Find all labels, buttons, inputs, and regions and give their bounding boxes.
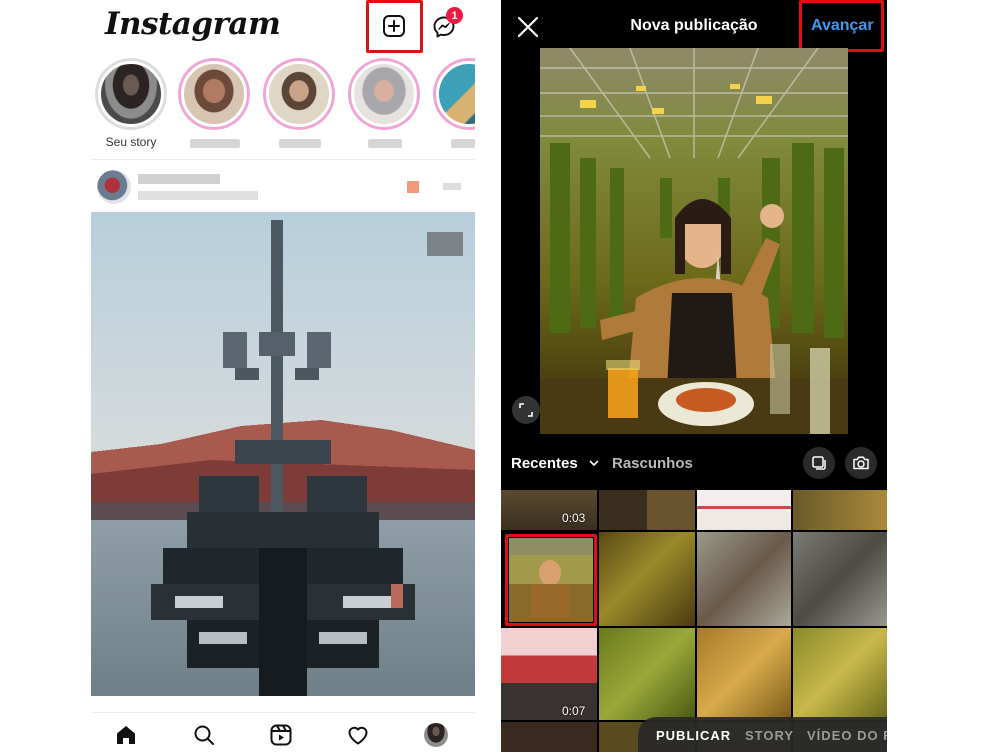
gallery-photo[interactable] [599,490,695,530]
preview-photo [540,48,848,434]
new-post-screen: Nova publicação Avançar Recentes Rascunh… [501,0,887,752]
bottom-nav [91,712,475,752]
own-story-avatar [98,61,164,127]
gallery-photo[interactable] [697,532,791,626]
story-username-blurred [451,139,475,148]
nav-activity[interactable] [345,722,371,748]
heart-icon [348,726,368,745]
post-author-avatar[interactable] [97,170,131,204]
reels-icon [270,724,292,746]
mode-switcher: PUBLICAR STORY VÍDEO DO R [638,717,887,752]
search-icon [194,725,214,745]
story-own[interactable]: Seu story [91,55,171,153]
tab-recentes[interactable]: Recentes [511,455,578,472]
chevron-down-icon[interactable] [588,457,600,469]
gallery-photo-selected[interactable] [501,532,597,626]
gallery-photo[interactable] [697,628,791,720]
new-post-button[interactable] [381,13,407,39]
story-item[interactable] [259,55,339,153]
mode-story[interactable]: STORY [745,728,794,743]
story-avatar [181,61,247,127]
gallery-photo[interactable] [793,490,887,530]
mode-video[interactable]: VÍDEO DO R [807,728,887,743]
nav-profile[interactable] [423,722,449,748]
story-username-blurred [368,139,402,148]
stories-divider [91,159,475,160]
more-options-icon[interactable] [443,183,461,190]
story-avatar [351,61,417,127]
home-icon [117,726,135,744]
gallery-photo[interactable] [697,490,791,530]
story-username-blurred [279,139,321,148]
expand-crop-button[interactable] [512,396,540,424]
story-avatar [266,61,332,127]
camera-button[interactable] [845,447,877,479]
feed-screen: Instagram 1 Seu story [91,0,475,752]
post-photo [91,212,475,696]
plus-square-icon [383,15,405,37]
media-grid: 0:03 0:07 [501,490,887,752]
story-item[interactable] [429,55,475,153]
own-story-label: Seu story [105,135,157,149]
camera-icon [853,456,869,470]
multi-select-button[interactable] [803,447,835,479]
post-header [91,166,475,210]
gallery-photo[interactable] [793,532,887,626]
story-item[interactable] [174,55,254,153]
story-avatar [436,61,475,127]
story-username-blurred [190,139,240,148]
post-tag-blurred [407,181,419,193]
expand-icon [519,403,533,417]
gallery-video[interactable]: 0:07 [501,628,597,720]
post-author-name-blurred[interactable] [138,174,220,184]
post-location-blurred [138,191,258,200]
gallery-video[interactable]: 0:03 [501,490,597,530]
mode-publicar[interactable]: PUBLICAR [656,728,731,743]
gallery-photo[interactable] [793,628,887,720]
multi-select-icon [812,456,826,470]
nav-home[interactable] [113,722,139,748]
profile-avatar [424,723,448,747]
stories-row: Seu story [91,55,475,155]
story-item[interactable] [344,55,424,153]
video-duration: 0:07 [562,704,586,718]
video-duration: 0:03 [562,511,586,525]
selected-photo-preview[interactable] [540,48,848,434]
post-image[interactable] [91,212,475,696]
nav-reels[interactable] [268,722,294,748]
gallery-tabs: Recentes Rascunhos [501,445,887,485]
tab-rascunhos[interactable]: Rascunhos [612,455,693,472]
gallery-photo[interactable] [599,532,695,626]
messenger-badge: 1 [446,7,463,24]
gallery-photo[interactable] [501,722,597,752]
gallery-photo[interactable] [599,628,695,720]
nav-search[interactable] [191,722,217,748]
post-actions-strip [91,697,475,711]
instagram-logo[interactable]: Instagram [105,6,281,42]
next-button[interactable]: Avançar [811,17,874,35]
